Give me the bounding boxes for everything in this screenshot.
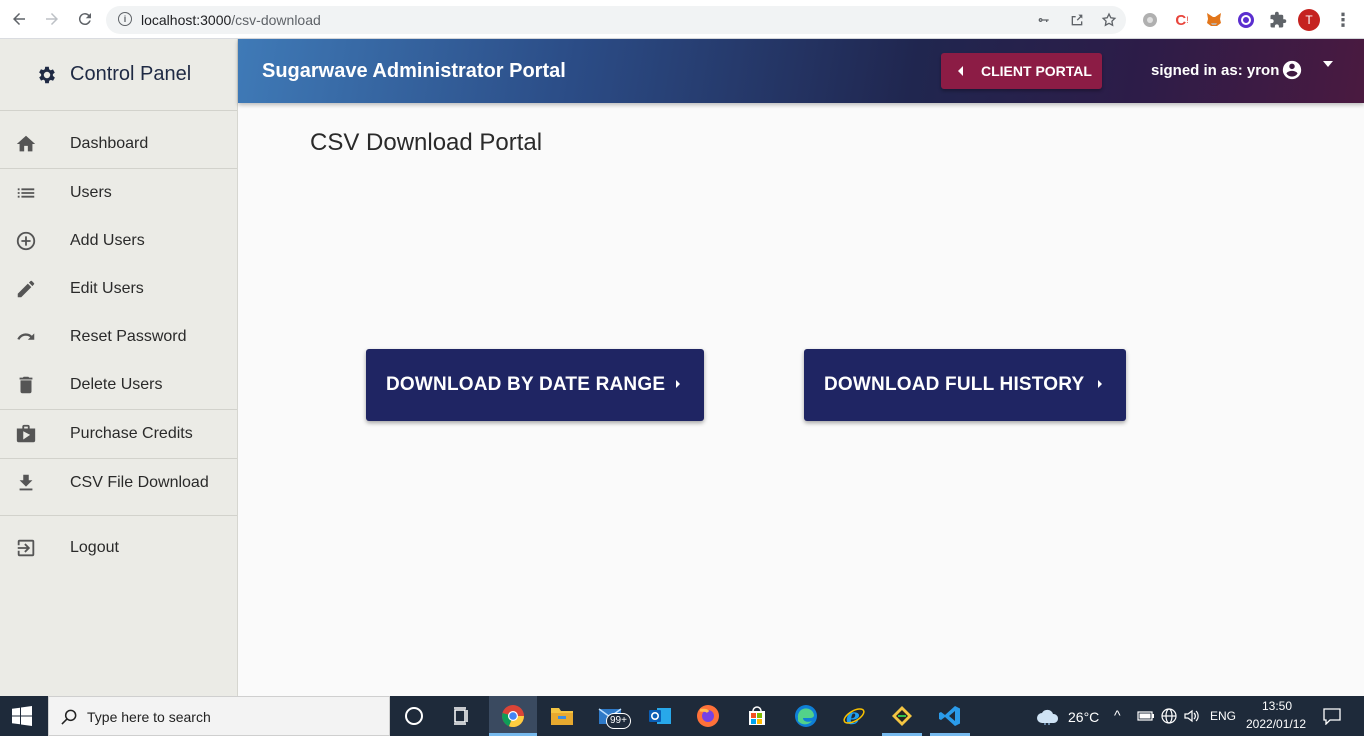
sidebar-item-label: Delete Users — [70, 376, 163, 393]
client-portal-button[interactable]: CLIENT PORTAL — [941, 53, 1102, 89]
edge-icon[interactable] — [792, 702, 820, 730]
sidebar-item-label: Edit Users — [70, 280, 144, 297]
download-full-history-button[interactable]: DOWNLOAD FULL HISTORY — [804, 349, 1126, 421]
clock-time[interactable]: 13:50 — [1262, 699, 1292, 713]
arrow-right-icon — [1098, 380, 1102, 388]
vscode-icon[interactable] — [936, 702, 964, 730]
metamask-fox-icon[interactable] — [1204, 10, 1224, 30]
download-icon — [15, 472, 37, 494]
chevron-up-icon[interactable]: ^ — [1114, 707, 1121, 723]
sidebar-item-label: CSV File Download — [70, 474, 209, 491]
cortana-icon[interactable] — [400, 702, 428, 730]
browser-toolbar: i localhost:3000/csv-download C! T ⋮ — [0, 0, 1364, 39]
browser-menu-icon[interactable]: ⋮ — [1334, 9, 1352, 31]
weather-temperature: 26°C — [1068, 709, 1100, 725]
notifications-icon[interactable] — [1318, 702, 1346, 730]
microsoft-store-icon[interactable] — [743, 702, 771, 730]
sidebar-divider — [0, 515, 237, 516]
sidebar-item-label: Dashboard — [70, 135, 149, 152]
signed-in-text: signed in as: yron — [1151, 62, 1280, 79]
extension-c-icon[interactable]: C! — [1172, 10, 1192, 30]
sidebar-item-logout[interactable]: Logout — [0, 524, 237, 572]
task-view-icon[interactable] — [448, 702, 476, 730]
app-title: Sugarwave Administrator Portal — [262, 60, 566, 82]
extensions-puzzle-icon[interactable] — [1268, 10, 1288, 30]
sidebar-title: Control Panel — [70, 63, 192, 85]
sidebar-item-label: Users — [70, 184, 112, 201]
sidebar-item-label: Logout — [70, 539, 119, 556]
sidebar-item-csv-file-download[interactable]: CSV File Download — [0, 459, 237, 507]
pencil-icon — [15, 278, 37, 300]
download-by-date-range-label: DOWNLOAD BY DATE RANGE — [386, 374, 666, 395]
sidebar-item-label: Purchase Credits — [70, 425, 193, 442]
sidebar-item-reset-password[interactable]: Reset Password — [0, 313, 237, 361]
forward-icon[interactable] — [41, 8, 63, 30]
arrow-right-icon — [676, 380, 680, 388]
account-dropdown-icon[interactable] — [1323, 61, 1333, 67]
search-placeholder: Type here to search — [87, 709, 211, 725]
bookmark-star-icon[interactable] — [1101, 12, 1117, 28]
site-info-icon[interactable]: i — [118, 12, 132, 26]
clock-date[interactable]: 2022/01/12 — [1246, 717, 1306, 731]
url-path: /csv-download — [231, 12, 321, 28]
input-language[interactable]: ENG — [1210, 709, 1236, 723]
app-header: Sugarwave Administrator Portal CLIENT PO… — [238, 39, 1364, 103]
redo-icon — [15, 326, 37, 348]
windows-start-icon[interactable] — [12, 706, 32, 726]
chrome-icon[interactable] — [499, 702, 527, 730]
shopping-bag-icon — [15, 423, 37, 445]
sourcetree-icon[interactable] — [888, 702, 916, 730]
firefox-icon[interactable] — [694, 702, 722, 730]
account-circle-icon[interactable] — [1281, 59, 1303, 81]
gear-icon — [36, 64, 58, 86]
search-icon — [59, 707, 79, 727]
sidebar-item-add-users[interactable]: Add Users — [0, 217, 237, 265]
volume-icon[interactable] — [1178, 702, 1206, 730]
download-full-history-label: DOWNLOAD FULL HISTORY — [824, 374, 1085, 395]
internet-explorer-icon[interactable]: e — [840, 702, 868, 730]
share-icon[interactable] — [1069, 12, 1085, 28]
key-icon[interactable] — [1036, 12, 1052, 28]
sidebar-item-users[interactable]: Users — [0, 169, 237, 217]
taskbar-search-box[interactable]: Type here to search — [48, 696, 390, 736]
mail-badge: 99+ — [606, 713, 631, 729]
weather-cloud-icon[interactable] — [1034, 702, 1062, 730]
taskbar: Type here to search 99+ e 26°C ^ ENG 13:… — [0, 696, 1364, 736]
sidebar-item-dashboard[interactable]: Dashboard — [0, 120, 237, 168]
logout-icon — [15, 537, 37, 559]
caret-left-icon — [958, 66, 963, 76]
client-portal-label: CLIENT PORTAL — [981, 63, 1092, 79]
address-bar[interactable]: i localhost:3000/csv-download — [106, 6, 1126, 34]
extension-purple-icon[interactable] — [1236, 10, 1256, 30]
sidebar-header: Control Panel — [0, 39, 237, 111]
list-icon — [15, 182, 37, 204]
home-icon — [15, 133, 37, 155]
sidebar-item-label: Reset Password — [70, 328, 187, 345]
download-by-date-range-button[interactable]: DOWNLOAD BY DATE RANGE — [366, 349, 704, 421]
url-text: localhost:3000/csv-download — [141, 12, 321, 28]
sidebar-item-delete-users[interactable]: Delete Users — [0, 361, 237, 409]
sidebar-item-purchase-credits[interactable]: Purchase Credits — [0, 410, 237, 458]
sidebar-item-label: Add Users — [70, 232, 145, 249]
svg-text:e: e — [846, 704, 860, 728]
profile-avatar[interactable]: T — [1298, 9, 1320, 31]
file-explorer-icon[interactable] — [548, 702, 576, 730]
reload-icon[interactable] — [74, 8, 96, 30]
add-circle-icon — [15, 230, 37, 252]
trash-icon — [15, 374, 37, 396]
sidebar: Control Panel Dashboard Users Add Users … — [0, 39, 238, 696]
url-host: localhost:3000 — [141, 12, 232, 28]
outlook-icon[interactable] — [646, 702, 674, 730]
back-icon[interactable] — [8, 8, 30, 30]
page-title: CSV Download Portal — [310, 129, 543, 156]
extension-gray-icon[interactable] — [1140, 10, 1160, 30]
sidebar-item-edit-users[interactable]: Edit Users — [0, 265, 237, 313]
